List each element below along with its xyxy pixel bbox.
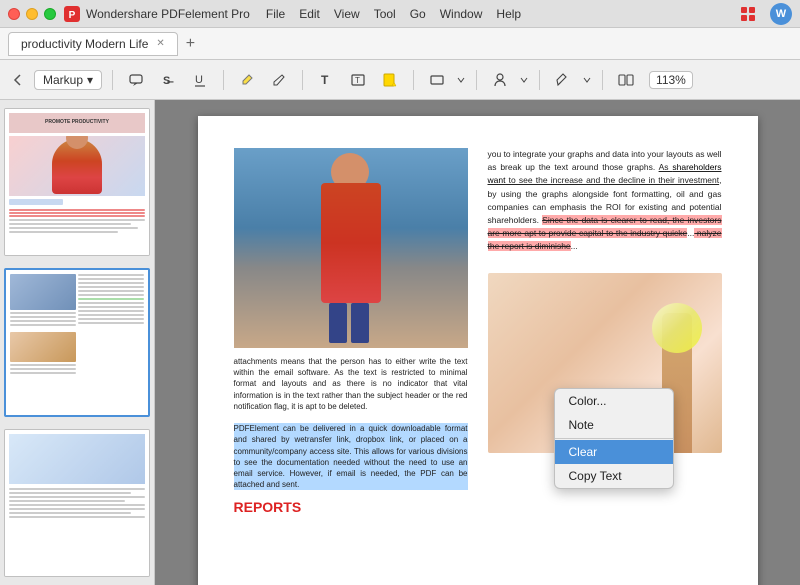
chevron-down-small-icon: [456, 75, 466, 85]
page-columns: attachments means that the person has to…: [234, 148, 722, 518]
right-column: you to integrate your graphs and data in…: [488, 148, 722, 518]
context-menu: Color... Note Clear Copy Text: [554, 388, 674, 489]
separator-7: [602, 70, 603, 90]
separator-3: [302, 70, 303, 90]
markup-label: Markup: [43, 73, 83, 87]
comment-icon[interactable]: [123, 67, 149, 93]
menu-file[interactable]: File: [266, 7, 285, 21]
chevron-down-person-icon: [519, 75, 529, 85]
sticky-note-icon[interactable]: [377, 67, 403, 93]
separator-6: [539, 70, 540, 90]
svg-text:U: U: [195, 74, 203, 86]
underline-icon[interactable]: U: [187, 67, 213, 93]
strikethrough-icon[interactable]: S̶: [155, 67, 181, 93]
context-menu-clear[interactable]: Clear: [555, 440, 673, 464]
context-menu-copy-text[interactable]: Copy Text: [555, 464, 673, 488]
app-title: Wondershare PDFelement Pro: [86, 7, 250, 21]
tab-close-icon[interactable]: ✕: [156, 38, 164, 49]
toolbar: Markup ▾ S̶ U T T: [0, 60, 800, 100]
left-column: attachments means that the person has to…: [234, 148, 468, 518]
context-menu-separator: [555, 438, 673, 439]
context-menu-color[interactable]: Color...: [555, 389, 673, 413]
markup-dropdown[interactable]: Markup ▾: [34, 70, 102, 90]
eraser-icon[interactable]: [266, 67, 292, 93]
chevron-down-icon: ▾: [87, 73, 93, 87]
tab-title: productivity Modern Life: [21, 37, 148, 51]
nav-back-button[interactable]: [8, 70, 28, 90]
person-icon[interactable]: [487, 67, 513, 93]
reports-header: REPORTS: [234, 498, 468, 518]
traffic-lights: [8, 8, 56, 20]
pen-icon[interactable]: [550, 67, 576, 93]
menu-bar: File Edit View Tool Go Window Help: [266, 7, 521, 21]
left-col-para1: attachments means that the person has to…: [234, 356, 468, 518]
page-thumb-3[interactable]: 3: [4, 429, 150, 577]
thumb-1-image: PROMOTE PRODUCTIVITY: [5, 109, 149, 256]
minimize-button[interactable]: [26, 8, 38, 20]
sidebar: PROMOTE PRODUCTIVITY: [0, 100, 155, 585]
text-tool-icon[interactable]: T: [313, 67, 339, 93]
svg-text:T: T: [321, 73, 329, 87]
main-layout: PROMOTE PRODUCTIVITY: [0, 100, 800, 585]
menu-go[interactable]: Go: [410, 7, 426, 21]
tab-bar: productivity Modern Life ✕ +: [0, 28, 800, 60]
rectangle-icon[interactable]: [424, 67, 450, 93]
grid-icon[interactable]: [734, 0, 762, 28]
content-area: attachments means that the person has to…: [155, 100, 800, 585]
separator-4: [413, 70, 414, 90]
text-box-icon[interactable]: T: [345, 67, 371, 93]
man-image: [234, 148, 468, 348]
separator-2: [223, 70, 224, 90]
svg-text:P: P: [69, 10, 76, 21]
thumb-2-image: [6, 270, 148, 418]
separator-5: [476, 70, 477, 90]
menu-tool[interactable]: Tool: [374, 7, 396, 21]
chevron-down-pen-icon: [582, 75, 592, 85]
svg-text:S̶: S̶: [163, 75, 174, 87]
tab-add-button[interactable]: +: [186, 35, 195, 53]
highlight-icon[interactable]: [234, 67, 260, 93]
context-menu-note[interactable]: Note: [555, 413, 673, 437]
separator-1: [112, 70, 113, 90]
menu-edit[interactable]: Edit: [299, 7, 320, 21]
dual-page-icon[interactable]: [613, 67, 639, 93]
tab-productivity[interactable]: productivity Modern Life ✕: [8, 32, 178, 56]
menu-view[interactable]: View: [334, 7, 360, 21]
page-thumb-1[interactable]: PROMOTE PRODUCTIVITY: [4, 108, 150, 256]
user-avatar[interactable]: W: [770, 3, 792, 25]
menu-window[interactable]: Window: [440, 7, 483, 21]
right-col-text: you to integrate your graphs and data in…: [488, 148, 722, 253]
svg-text:T: T: [355, 76, 360, 85]
app-icon: P: [64, 6, 80, 22]
pdf-page: attachments means that the person has to…: [198, 116, 758, 585]
close-button[interactable]: [8, 8, 20, 20]
menu-help[interactable]: Help: [496, 7, 521, 21]
page-thumb-2[interactable]: 2: [4, 268, 150, 418]
thumb-3-image: [5, 430, 149, 577]
title-bar: P Wondershare PDFelement Pro File Edit V…: [0, 0, 800, 28]
zoom-level[interactable]: 113%: [649, 71, 693, 89]
maximize-button[interactable]: [44, 8, 56, 20]
